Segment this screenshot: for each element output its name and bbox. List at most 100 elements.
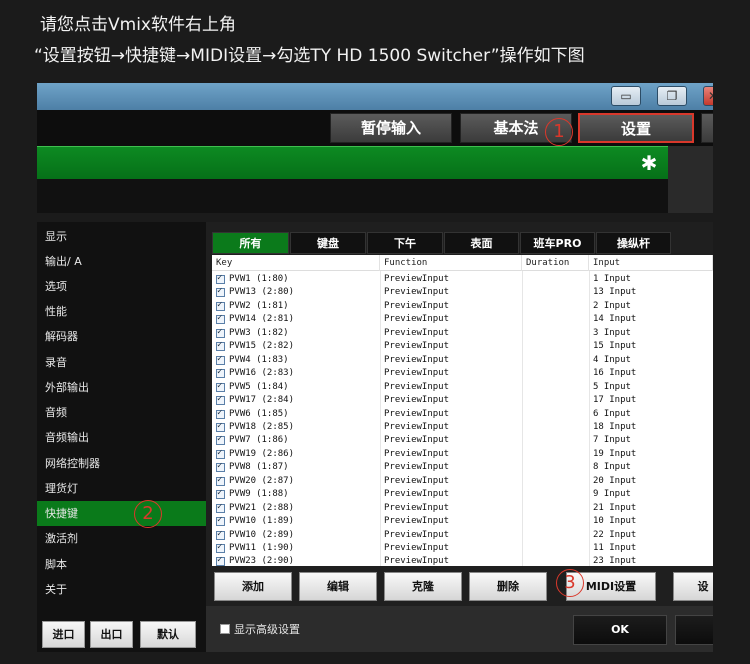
sidebar-item[interactable]: 快捷键	[37, 501, 206, 526]
row-checkbox[interactable]	[216, 354, 225, 365]
export-button[interactable]: 出口	[90, 621, 133, 648]
tab[interactable]: 表面	[444, 232, 519, 254]
cancel-button[interactable]	[675, 615, 713, 645]
table-row[interactable]: PVW1 (1:80) PreviewInput 1 Input	[212, 273, 713, 286]
row-checkbox[interactable]	[216, 502, 225, 513]
table-row[interactable]: PVW11 (1:90) PreviewInput 11 Input	[212, 542, 713, 555]
sidebar-item[interactable]: 显示	[37, 224, 206, 249]
sidebar-item[interactable]: 音频输出	[37, 425, 206, 450]
row-checkbox[interactable]	[216, 340, 225, 352]
row-checkbox[interactable]	[216, 286, 225, 298]
table-row[interactable]: PVW21 (2:88) PreviewInput 21 Input	[212, 502, 713, 515]
row-checkbox[interactable]	[216, 448, 225, 459]
sidebar-item[interactable]: 解码器	[37, 324, 206, 349]
close-button[interactable]: ✕	[703, 86, 713, 106]
row-checkbox[interactable]	[216, 394, 225, 406]
minimize-button[interactable]: ▭	[611, 86, 641, 106]
table-cell: PVW5 (1:84)	[229, 381, 289, 392]
sidebar-item[interactable]: 外部输出	[37, 375, 206, 400]
row-checkbox[interactable]	[216, 327, 225, 338]
sidebar-item[interactable]: 关于	[37, 577, 206, 602]
more-settings-button[interactable]: 设	[673, 572, 713, 601]
sidebar-item[interactable]: 录音	[37, 350, 206, 375]
row-checkbox[interactable]	[216, 488, 225, 500]
table-row[interactable]: PVW17 (2:84) PreviewInput 17 Input	[212, 394, 713, 407]
default-button[interactable]: 默认	[140, 621, 196, 648]
table-row[interactable]: PVW2 (1:81) PreviewInput 2 Input	[212, 300, 713, 313]
table-cell: 16 Input	[593, 368, 637, 379]
settings-button[interactable]: 设置	[578, 113, 694, 143]
table-cell	[526, 327, 589, 340]
row-checkbox[interactable]	[216, 542, 225, 553]
table-row[interactable]: PVW15 (2:82) PreviewInput 15 Input	[212, 340, 713, 353]
add-button[interactable]: 添加	[214, 572, 292, 601]
shortcut-list[interactable]: KeyFunctionDurationInput PVW1 (1:80) Prev…	[212, 255, 713, 566]
instruction-line-2: “设置按钮→快捷键→MIDI设置→勾选TY HD 1500 Switcher”操…	[34, 46, 585, 66]
tab[interactable]: 键盘	[290, 232, 366, 254]
sidebar-item[interactable]: 性能	[37, 299, 206, 324]
table-cell: 5 Input	[593, 381, 631, 392]
table-row[interactable]: PVW18 (2:85) PreviewInput 18 Input	[212, 421, 713, 434]
table-row[interactable]: PVW7 (1:86) PreviewInput 7 Input	[212, 434, 713, 447]
tab[interactable]: 下午	[367, 232, 443, 254]
table-row[interactable]: PVW14 (2:81) PreviewInput 14 Input	[212, 313, 713, 326]
table-row[interactable]: PVW3 (1:82) PreviewInput 3 Input	[212, 327, 713, 340]
row-checkbox[interactable]	[216, 461, 225, 473]
row-checkbox[interactable]	[216, 434, 225, 446]
row-checkbox[interactable]	[216, 529, 225, 540]
row-checkbox[interactable]	[216, 421, 225, 432]
advanced-settings-checkbox[interactable]	[220, 624, 230, 634]
table-cell: PVW14 (2:81)	[229, 314, 295, 325]
ok-button[interactable]: OK	[573, 615, 667, 645]
table-cell	[526, 381, 589, 394]
sidebar-item[interactable]: 激活剂	[37, 526, 206, 551]
table-row[interactable]: PVW8 (1:87) PreviewInput 8 Input	[212, 461, 713, 474]
column-header[interactable]: Function	[380, 255, 522, 271]
toolbar-extra-button[interactable]	[701, 113, 713, 143]
table-row[interactable]: PVW4 (1:83) PreviewInput 4 Input	[212, 354, 713, 367]
edit-button[interactable]: 编辑	[299, 572, 377, 601]
sidebar-item[interactable]: 音频	[37, 400, 206, 425]
row-checkbox[interactable]	[216, 475, 225, 486]
window-titlebar: ▭ ❐ ✕	[37, 83, 713, 110]
row-checkbox[interactable]	[216, 555, 225, 566]
table-row[interactable]: PVW6 (1:85) PreviewInput 6 Input	[212, 408, 713, 421]
table-row[interactable]: PVW19 (2:86) PreviewInput 19 Input	[212, 448, 713, 461]
table-row[interactable]: PVW13 (2:80) PreviewInput 13 Input	[212, 286, 713, 299]
column-header[interactable]: Key	[212, 255, 380, 271]
table-cell: PVW15 (2:82)	[229, 341, 295, 352]
row-checkbox[interactable]	[216, 313, 225, 325]
table-row[interactable]: PVW9 (1:88) PreviewInput 9 Input	[212, 488, 713, 501]
tab[interactable]: 班车PRO	[520, 232, 595, 254]
table-cell	[526, 273, 589, 286]
table-row[interactable]: PVW10 (2:89) PreviewInput 22 Input	[212, 529, 713, 542]
maximize-button[interactable]: ❐	[657, 86, 687, 106]
table-row[interactable]: PVW10 (1:89) PreviewInput 10 Input	[212, 515, 713, 528]
tab[interactable]: 操纵杆	[596, 232, 671, 254]
row-checkbox[interactable]	[216, 515, 225, 527]
sidebar-item[interactable]: 输出/ A	[37, 249, 206, 274]
table-row[interactable]: PVW20 (2:87) PreviewInput 20 Input	[212, 475, 713, 488]
gear-icon[interactable]: ✱	[638, 152, 660, 174]
table-row[interactable]: PVW16 (2:83) PreviewInput 16 Input	[212, 367, 713, 380]
import-button[interactable]: 进口	[42, 621, 85, 648]
table-row[interactable]: PVW5 (1:84) PreviewInput 5 Input	[212, 381, 713, 394]
sidebar-item[interactable]: 脚本	[37, 552, 206, 577]
table-cell: 8 Input	[593, 462, 631, 473]
row-checkbox[interactable]	[216, 408, 225, 419]
row-checkbox[interactable]	[216, 300, 225, 311]
sidebar-item[interactable]: 选项	[37, 274, 206, 299]
clone-button[interactable]: 克隆	[384, 572, 462, 601]
table-cell: 15 Input	[593, 341, 637, 352]
sidebar-item[interactable]: 网络控制器	[37, 451, 206, 476]
row-checkbox[interactable]	[216, 273, 225, 284]
sidebar-item[interactable]: 理货灯	[37, 476, 206, 501]
pause-input-button[interactable]: 暂停输入	[330, 113, 452, 143]
delete-button[interactable]: 删除	[469, 572, 547, 601]
row-checkbox[interactable]	[216, 381, 225, 392]
row-checkbox[interactable]	[216, 367, 225, 379]
table-row[interactable]: PVW23 (2:90) PreviewInput 23 Input	[212, 555, 713, 566]
tab[interactable]: 所有	[212, 232, 289, 254]
column-header[interactable]: Input	[589, 255, 713, 271]
column-header[interactable]: Duration	[522, 255, 589, 271]
